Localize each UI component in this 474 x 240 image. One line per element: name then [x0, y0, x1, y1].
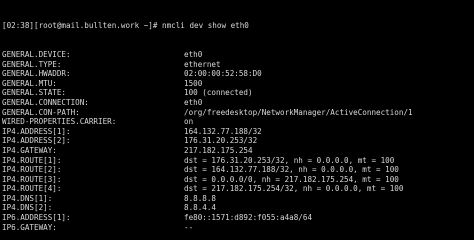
output-row: IP4.DNS[1]: 8.8.8.8 — [2, 194, 474, 204]
property-key: IP4.ROUTE[4]: — [2, 184, 62, 194]
property-key: IP4.ROUTE[2]: — [2, 165, 62, 175]
property-value: 02:00:00:52:58:D0 — [184, 69, 262, 79]
output-row: GENERAL.CON-PATH: /org/freedesktop/Networ… — [2, 108, 474, 118]
property-key: WIRED-PROPERTIES.CARRIER: — [2, 117, 117, 127]
property-value: eth0 — [184, 49, 203, 59]
output-row: WIRED-PROPERTIES.CARRIER: on — [2, 117, 474, 127]
property-value: dst = 164.132.77.188/32, nh = 0.0.0.0, m… — [184, 165, 399, 175]
property-key: IP4.DNS[1]: — [2, 193, 53, 203]
output-row: GENERAL.MTU: 1500 — [2, 79, 474, 89]
property-key: GENERAL.TYPE: — [2, 59, 62, 69]
property-value: ethernet — [184, 59, 221, 69]
command-output: GENERAL.DEVICE: eth0 GENERAL.TYPE: ethernet… — [2, 50, 474, 232]
output-row: IP6.ADDRESS[1]: fe80::1571:d892:f055:a4a8… — [2, 213, 474, 223]
output-row: IP4.ROUTE[1]: dst = 176.31.20.253/32, nh … — [2, 156, 474, 166]
property-key: GENERAL.CONNECTION: — [2, 97, 89, 107]
output-row: IP4.ROUTE[2]: dst = 164.132.77.188/32, nh… — [2, 165, 474, 175]
property-value: /org/freedesktop/NetworkManager/ActiveCo… — [184, 107, 413, 117]
output-row: IP4.ROUTE[3]: dst = 0.0.0.0/0, nh = 217.1… — [2, 175, 474, 185]
output-row: IP6.GATEWAY: -- — [2, 223, 474, 232]
property-value: 8.8.8.8 — [184, 193, 217, 203]
output-row: GENERAL.STATE: 100 (connected) — [2, 88, 474, 98]
property-value: on — [184, 117, 194, 127]
property-key: IP4.ADDRESS[2]: — [2, 136, 71, 146]
property-value: dst = 176.31.20.253/32, nh = 0.0.0.0, mt… — [184, 155, 395, 165]
property-key: IP6.ADDRESS[1]: — [2, 213, 71, 223]
property-key: GENERAL.HWADDR: — [2, 69, 71, 79]
property-value: 100 (connected) — [184, 88, 253, 98]
property-key: IP4.ADDRESS[1]: — [2, 126, 71, 136]
property-value: 217.182.175.254 — [184, 145, 253, 155]
property-value: 1500 — [184, 78, 203, 88]
property-value: 164.132.77.188/32 — [184, 126, 262, 136]
property-key: IP4.ROUTE[1]: — [2, 155, 62, 165]
property-value: -- — [184, 222, 194, 232]
command-text: nmcli dev show eth0 — [162, 21, 249, 31]
output-row: IP4.DNS[2]: 8.8.4.4 — [2, 203, 474, 213]
property-key: GENERAL.CON-PATH: — [2, 107, 80, 117]
property-value: 8.8.4.4 — [184, 203, 217, 213]
property-value: 176.31.20.253/32 — [184, 136, 258, 146]
property-value: fe80::1571:d892:f055:a4a8/64 — [184, 213, 313, 223]
output-row: GENERAL.TYPE: ethernet — [2, 60, 474, 70]
shell-prompt: [02:38][root@mail.bullten.work ~]# — [2, 21, 163, 31]
property-key: GENERAL.DEVICE: — [2, 49, 71, 59]
output-row: GENERAL.DEVICE: eth0 — [2, 50, 474, 60]
property-value: eth0 — [184, 97, 203, 107]
command-line: [02:38][root@mail.bullten.work ~]# nmcli… — [2, 21, 474, 31]
property-key: IP4.GATEWAY: — [2, 145, 57, 155]
output-row: GENERAL.CONNECTION: eth0 — [2, 98, 474, 108]
property-key: IP4.DNS[2]: — [2, 203, 53, 213]
property-value: dst = 217.182.175.254/32, nh = 0.0.0.0, … — [184, 184, 404, 194]
output-row: IP4.ADDRESS[1]: 164.132.77.188/32 — [2, 127, 474, 137]
property-key: IP6.GATEWAY: — [2, 222, 57, 232]
terminal-window[interactable]: [02:38][root@mail.bullten.work ~]# nmcli… — [0, 0, 474, 232]
output-row: IP4.ROUTE[4]: dst = 217.182.175.254/32, n… — [2, 184, 474, 194]
property-key: IP4.ROUTE[3]: — [2, 174, 62, 184]
output-row: IP4.ADDRESS[2]: 176.31.20.253/32 — [2, 136, 474, 146]
output-row: GENERAL.HWADDR: 02:00:00:52:58:D0 — [2, 69, 474, 79]
property-key: GENERAL.STATE: — [2, 88, 67, 98]
property-key: GENERAL.MTU: — [2, 78, 57, 88]
property-value: dst = 0.0.0.0/0, nh = 217.182.175.254, m… — [184, 174, 399, 184]
output-row: IP4.GATEWAY: 217.182.175.254 — [2, 146, 474, 156]
